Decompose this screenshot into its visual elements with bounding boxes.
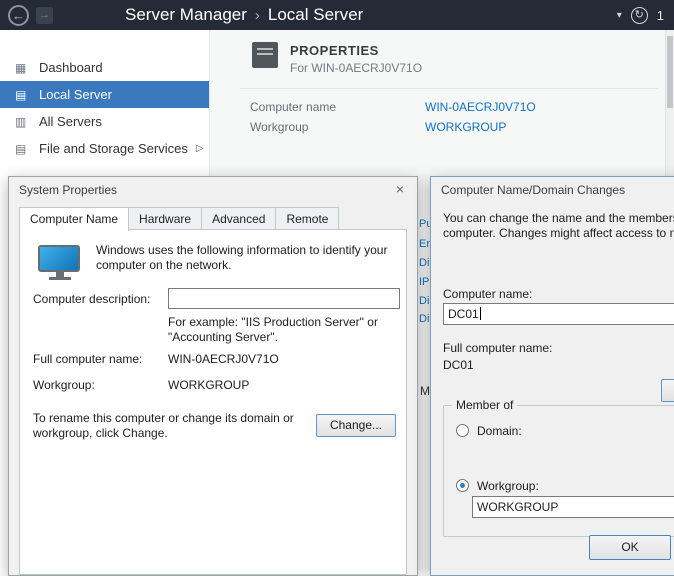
breadcrumb-section: Local Server — [268, 5, 363, 24]
app-title: Server Manager — [125, 5, 247, 24]
properties-panel-subtitle: For WIN-0AECRJ0V71O — [290, 61, 422, 75]
workgroup-label: Workgroup — [250, 120, 308, 134]
computer-name-input-value: DC01 — [448, 307, 479, 321]
full-computer-name-label: Full computer name: — [443, 341, 552, 355]
notification-count[interactable]: 1 — [657, 8, 664, 23]
clipped-link-fragment[interactable]: Di — [419, 257, 429, 269]
computer-name-link[interactable]: WIN-0AECRJ0V71O — [425, 100, 536, 114]
workgroup-value: WORKGROUP — [168, 378, 249, 392]
scrollbar-thumb[interactable] — [667, 36, 673, 108]
sidebar-item-all-servers[interactable]: ▥ All Servers — [0, 108, 209, 135]
dialog-titlebar[interactable]: System Properties × — [9, 177, 417, 203]
sidebar-item-label: Dashboard — [39, 60, 103, 75]
workgroup-radio[interactable] — [456, 479, 469, 492]
servers-icon: ▥ — [15, 115, 30, 129]
full-computer-name-value: WIN-0AECRJ0V71O — [168, 352, 279, 366]
tab-remote[interactable]: Remote — [275, 207, 339, 229]
computer-description-label: Computer description: — [33, 292, 150, 306]
workgroup-link[interactable]: WORKGROUP — [425, 120, 506, 134]
chevron-down-icon[interactable]: ▾ — [617, 10, 622, 21]
dialog-title: System Properties — [19, 183, 117, 197]
server-tile-icon — [252, 42, 278, 68]
domain-radio[interactable] — [456, 424, 469, 437]
change-button[interactable]: Change... — [316, 414, 396, 437]
more-button-clipped[interactable] — [661, 379, 674, 402]
breadcrumb: Server Manager › Local Server — [125, 5, 363, 25]
clipped-link-fragment[interactable]: Di — [419, 313, 429, 325]
server-icon: ▤ — [15, 88, 30, 102]
full-computer-name-label: Full computer name: — [33, 352, 142, 366]
workgroup-radio-label[interactable]: Workgroup: — [477, 479, 539, 493]
dialog-intro-line2: computer. Changes might affect access to… — [443, 226, 674, 240]
breadcrumb-separator-icon: › — [255, 7, 260, 24]
tab-computer-name[interactable]: Computer Name — [19, 207, 129, 231]
workgroup-input[interactable]: WORKGROUP — [472, 496, 674, 518]
name-domain-changes-dialog: Computer Name/Domain Changes You can cha… — [430, 176, 674, 576]
sidebar-item-dashboard[interactable]: ▦ Dashboard — [0, 54, 209, 81]
system-properties-dialog: System Properties × Computer NameHardwar… — [8, 176, 418, 576]
back-icon[interactable]: ← — [8, 5, 29, 26]
close-icon[interactable]: × — [392, 181, 408, 197]
tab-hardware[interactable]: Hardware — [128, 207, 202, 229]
dashboard-icon: ▦ — [15, 61, 30, 75]
dialog-title: Computer Name/Domain Changes — [441, 183, 625, 197]
clipped-text-fragment: M — [420, 384, 430, 398]
computer-name-tab-page: Windows uses the following information t… — [19, 229, 407, 575]
tab-intro-text: Windows uses the following information t… — [96, 243, 394, 273]
member-of-label: Member of — [452, 398, 517, 412]
forward-icon[interactable]: → — [36, 7, 53, 24]
sidebar-item-label: File and Storage Services — [39, 141, 188, 156]
app-header: ← → Server Manager › Local Server ▾ ↻ 1 — [0, 0, 674, 30]
computer-description-input[interactable] — [168, 288, 400, 309]
text-cursor — [480, 307, 481, 320]
computer-monitor-icon — [38, 245, 82, 285]
storage-icon: ▤ — [15, 142, 30, 156]
tab-strip: Computer NameHardwareAdvancedRemote — [19, 207, 338, 230]
ok-button[interactable]: OK — [589, 535, 671, 560]
refresh-icon[interactable]: ↻ — [631, 7, 648, 24]
properties-panel-title: PROPERTIES — [290, 43, 379, 58]
workgroup-label: Workgroup: — [33, 378, 95, 392]
description-example-text: For example: "IIS Production Server" or … — [168, 315, 400, 345]
dialog-intro-line1: You can change the name and the membersh… — [443, 211, 674, 225]
computer-name-label: Computer name: — [443, 287, 532, 301]
clipped-link-fragment[interactable]: IP — [419, 276, 429, 288]
sidebar-item-label: Local Server — [39, 87, 112, 102]
rename-hint-text: To rename this computer or change its do… — [33, 411, 305, 441]
computer-name-label: Computer name — [250, 100, 336, 114]
member-of-groupbox: Member of Domain: Workgroup: WORKGROUP — [443, 405, 674, 537]
divider — [240, 88, 658, 89]
domain-radio-label[interactable]: Domain: — [477, 424, 522, 438]
expand-arrow-icon: ▷ — [196, 143, 204, 154]
sidebar-item-local-server[interactable]: ▤ Local Server — [0, 81, 209, 108]
full-computer-name-value: DC01 — [443, 358, 474, 372]
dialog-titlebar[interactable]: Computer Name/Domain Changes — [431, 177, 674, 203]
sidebar-item-file-storage-services[interactable]: ▤ File and Storage Services ▷ — [0, 135, 209, 162]
clipped-link-fragment[interactable]: Di — [419, 295, 429, 307]
computer-name-input[interactable]: DC01 — [443, 303, 674, 325]
sidebar-item-label: All Servers — [39, 114, 102, 129]
tab-advanced[interactable]: Advanced — [201, 207, 276, 229]
